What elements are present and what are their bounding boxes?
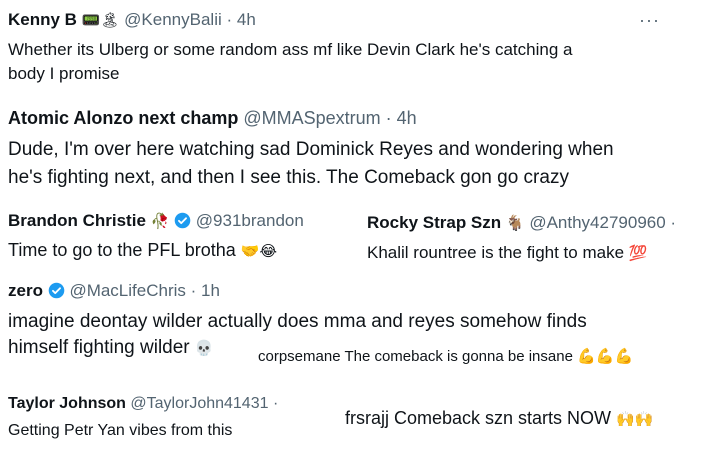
author-handle[interactable]: @Anthy42790960 · [529,213,676,232]
text-emoji: 🙌🙌 [616,410,654,428]
tweet-text-brandon: Time to go to the PFL brotha 🤝😂 [8,238,277,263]
name-emoji: 📟🏝 [81,11,120,29]
tweet-header-alonzo: Atomic Alonzo next champ @MMASpextrum · … [8,107,417,129]
author-name[interactable]: zero [8,281,43,300]
tweet-line: Whether its Ulberg or some random ass mf… [8,40,573,59]
author-handle[interactable]: @MMASpextrum · 4h [243,108,416,128]
tweet-header-zero: zero @MacLifeChris · 1h [8,280,220,302]
tweet-header-kennyb: Kenny B 📟🏝 @KennyBalii · 4h [8,9,256,31]
text-emoji: 💯 [628,244,648,262]
tweet-line: imagine deontay wilder actually does mma… [8,311,587,332]
author-name[interactable]: Brandon Christie [8,211,146,230]
verified-badge-icon [174,212,191,229]
author-handle[interactable]: @MacLifeChris · 1h [69,281,219,300]
tweet-line: body I promise [8,64,120,83]
overlay-comment-frsrajj: frsrajj Comeback szn starts NOW 🙌🙌 [345,406,653,431]
tweet-line: himself fighting wilder [8,337,190,358]
name-emoji: 🥀 [150,212,170,230]
tweet-header-brandon: Brandon Christie 🥀 @931brandon [8,210,304,232]
more-options-icon[interactable]: ··· [639,10,660,31]
tweet-header-taylor: Taylor Johnson @TaylorJohn41431 · [8,393,278,415]
author-name[interactable]: Atomic Alonzo next champ [8,108,238,128]
author-name[interactable]: Rocky Strap Szn [367,213,501,232]
tweet-line: he's fighting next, and then I see this.… [8,167,569,188]
text-emoji: 💀 [194,339,214,357]
overlay-comment-corpsemane: corpsemane The comeback is gonna be insa… [258,346,633,367]
text-emoji: 🤝😂 [240,242,278,260]
tweet-text-taylor: Getting Petr Yan vibes from this [8,420,232,442]
verified-badge-icon [48,282,64,299]
author-handle[interactable]: @TaylorJohn41431 · [130,395,278,412]
name-emoji: 🐐 [505,214,525,232]
overlay-text: frsrajj Comeback szn starts NOW [345,408,612,428]
tweet-line: Khalil rountree is the fight to make [367,243,625,262]
text-emoji: 💪💪💪 [577,347,634,365]
overlay-text: corpsemane The comeback is gonna be insa… [258,348,573,365]
author-name[interactable]: Kenny B [8,10,77,29]
tweet-line: Time to go to the PFL brotha [8,240,236,260]
author-handle[interactable]: @KennyBalii · 4h [124,10,256,29]
author-name[interactable]: Taylor Johnson [8,395,126,412]
tweet-text-kennyb: Whether its Ulberg or some random ass mf… [8,38,572,86]
tweet-text-rocky: Khalil rountree is the fight to make 💯 [367,241,647,265]
tweet-line: Dude, I'm over here watching sad Dominic… [8,139,614,160]
tweet-line: Getting Petr Yan vibes from this [8,422,233,439]
author-handle[interactable]: @931brandon [196,211,304,230]
tweet-header-rocky: Rocky Strap Szn 🐐 @Anthy42790960 · [367,212,676,234]
tweet-text-alonzo: Dude, I'm over here watching sad Dominic… [8,136,614,192]
